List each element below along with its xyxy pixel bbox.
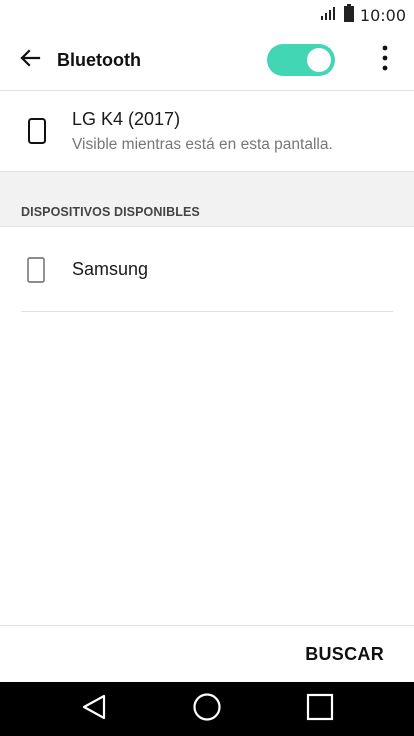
- more-vert-icon: [382, 45, 388, 76]
- section-title: DISPOSITIVOS DISPONIBLES: [21, 205, 200, 219]
- arrow-back-icon: [18, 46, 42, 75]
- status-bar: 10:00: [0, 0, 414, 30]
- battery-icon: [343, 3, 354, 27]
- available-devices-header: DISPOSITIVOS DISPONIBLES: [0, 171, 414, 227]
- nav-home-button[interactable]: [189, 691, 225, 727]
- phone-icon: [21, 250, 51, 290]
- this-device-name: LG K4 (2017): [72, 108, 181, 129]
- nav-home-icon: [192, 692, 222, 727]
- nav-back-button[interactable]: [76, 691, 112, 727]
- phone-icon: [22, 111, 52, 151]
- nav-recents-icon: [306, 693, 334, 726]
- device-label: Samsung: [72, 259, 149, 279]
- toggle-knob: [307, 48, 331, 72]
- this-device-visibility: Visible mientras está en esta pantalla.: [72, 135, 333, 153]
- this-device-row[interactable]: LG K4 (2017) Visible mientras está en es…: [0, 91, 414, 171]
- bluetooth-toggle[interactable]: [267, 44, 335, 76]
- scan-button[interactable]: BUSCAR: [305, 626, 384, 682]
- list-item[interactable]: Samsung: [0, 228, 414, 311]
- app-bar: Bluetooth: [0, 30, 414, 90]
- nav-back-icon: [81, 693, 107, 726]
- overflow-menu-button[interactable]: [370, 42, 400, 78]
- signal-icon: [320, 5, 338, 26]
- this-device-text: LG K4 (2017) Visible mientras está en es…: [72, 109, 333, 154]
- navigation-bar: [0, 682, 414, 736]
- status-time: 10:00: [359, 5, 406, 25]
- list-divider: [21, 311, 393, 312]
- back-button[interactable]: [10, 40, 50, 80]
- page-title: Bluetooth: [57, 49, 141, 70]
- nav-recents-button[interactable]: [302, 691, 338, 727]
- bluetooth-settings-screen: 10:00 Bluetooth LG K4 (2017) Visible mie…: [0, 0, 414, 736]
